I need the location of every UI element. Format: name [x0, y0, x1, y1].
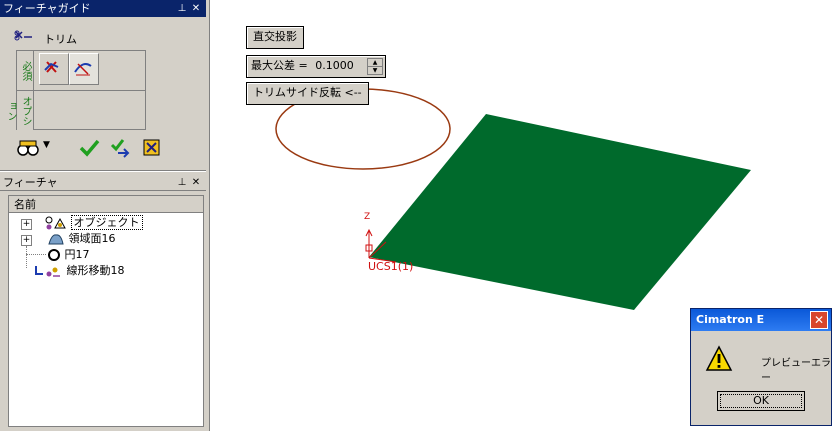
- warning-icon: [705, 345, 733, 373]
- tolerance-spinner[interactable]: ▲ ▼: [367, 58, 383, 75]
- tree-connector: [26, 246, 27, 268]
- option-tab[interactable]: オプション: [5, 91, 34, 130]
- apply-check-icon[interactable]: [78, 137, 100, 159]
- spin-up-icon[interactable]: ▲: [368, 59, 382, 67]
- trim-tool-step-button[interactable]: [69, 53, 99, 85]
- trim-tool-icon: [74, 63, 92, 76]
- surface-plane: [369, 114, 751, 310]
- expand-icon[interactable]: +: [21, 219, 32, 230]
- dialog-message: プレビューエラー: [761, 358, 831, 384]
- select-object-step-button[interactable]: [39, 53, 69, 85]
- panel-separator: [0, 170, 206, 172]
- max-tolerance-control: 最大公差 = 0.1000 ▲ ▼: [246, 55, 386, 78]
- tree-item-circle[interactable]: 円17: [47, 247, 90, 263]
- cancel-feature-icon[interactable]: [142, 138, 162, 158]
- ucs-label: UCS1(1): [368, 260, 414, 273]
- close-icon[interactable]: ✕: [189, 0, 203, 17]
- surface-icon: [48, 234, 64, 245]
- ok-button[interactable]: OK: [717, 391, 805, 411]
- tree-item-linear-move[interactable]: 線形移動18: [33, 263, 125, 279]
- flip-trim-side-button[interactable]: トリムサイド反転 <--: [246, 82, 369, 105]
- feature-tree-title: フィーチャ: [3, 176, 58, 189]
- max-tolerance-value[interactable]: 0.1000: [315, 59, 354, 72]
- preview-icon[interactable]: [16, 138, 40, 160]
- spin-down-icon[interactable]: ▼: [368, 67, 382, 74]
- dialog-title: Cimatron E: [696, 313, 765, 326]
- feature-tree-titlebar: フィーチャ ⊥ ✕: [0, 175, 206, 191]
- tree-pin-icon[interactable]: ⊥: [175, 175, 189, 191]
- tree-item-objects[interactable]: オブジェクト: [45, 215, 143, 231]
- left-panel: フィーチャガイド ⊥ ✕ トリム 必須 オプション ▼ フィーチャ ⊥ ✕ 名前…: [0, 0, 210, 431]
- section-divider: [34, 90, 146, 91]
- pick-icon: [44, 61, 59, 73]
- objects-icon: [45, 216, 66, 230]
- feature-guide-title: フィーチャガイド: [3, 2, 91, 15]
- apply-continue-icon[interactable]: [110, 137, 132, 159]
- error-dialog: Cimatron E ✕ プレビューエラー OK: [690, 308, 832, 426]
- tree-item-surface[interactable]: 領域面16: [47, 231, 116, 247]
- feature-tree: 名前 + オブジェクト + 領域面16 円17 線形移動18: [8, 195, 204, 427]
- tree-close-icon[interactable]: ✕: [189, 175, 203, 191]
- axis-z-label: Z: [364, 212, 371, 222]
- tree-column-header[interactable]: 名前: [9, 196, 203, 213]
- guide-steps: 必須 オプション: [5, 50, 146, 130]
- tree-connector: [26, 254, 46, 255]
- linear-move-icon: [35, 266, 60, 277]
- chevron-down-icon[interactable]: ▼: [43, 140, 50, 150]
- trim-icon: [14, 28, 34, 46]
- expand-icon[interactable]: +: [21, 235, 32, 246]
- operation-label: トリム: [44, 33, 77, 46]
- max-tolerance-label: 最大公差 =: [251, 59, 308, 72]
- feature-guide-titlebar: フィーチャガイド ⊥ ✕: [0, 0, 206, 17]
- circle-icon: [48, 249, 60, 261]
- orthographic-projection-button[interactable]: 直交投影: [246, 26, 304, 49]
- pin-icon[interactable]: ⊥: [175, 0, 189, 17]
- dialog-close-icon[interactable]: ✕: [810, 311, 828, 329]
- required-tab[interactable]: 必須: [17, 51, 34, 91]
